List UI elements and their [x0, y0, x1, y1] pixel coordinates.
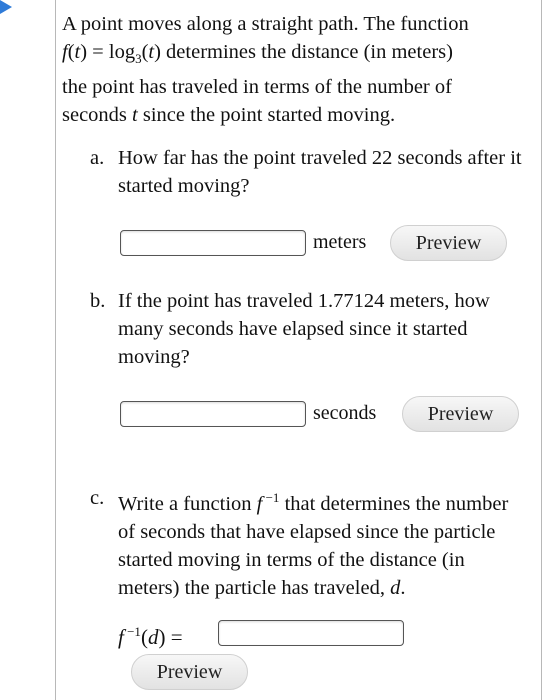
part-a-question: How far has the point traveled 22 second… [118, 147, 522, 197]
part-b-answer-input[interactable] [120, 401, 306, 427]
part-c: c. Write a function f −1 that determines… [90, 484, 530, 602]
part-a-unit-label: meters [313, 231, 367, 253]
part-b-letter: b. [90, 290, 106, 312]
part-a-preview-button[interactable]: Preview [390, 225, 507, 261]
part-a-answer-input[interactable] [120, 230, 306, 256]
part-b: b. If the point has traveled 1.77124 met… [90, 287, 530, 371]
part-a: a. How far has the point traveled 22 sec… [90, 144, 530, 200]
part-b-unit-label: seconds [313, 402, 377, 424]
collapse-arrow-icon[interactable] [0, 0, 12, 14]
part-c-preview-button[interactable]: Preview [131, 654, 248, 690]
part-a-letter: a. [90, 147, 105, 169]
part-c-letter: c. [90, 487, 105, 509]
part-b-question: If the point has traveled 1.77124 meters… [118, 290, 490, 368]
inverse-function-label: f −1(d) = [118, 624, 183, 649]
problem-statement: A point moves along a straight path. The… [62, 13, 469, 127]
part-c-question: Write a function f −1 that determines th… [118, 490, 509, 599]
part-c-answer-input[interactable] [218, 620, 404, 646]
part-b-preview-button[interactable]: Preview [402, 396, 519, 432]
